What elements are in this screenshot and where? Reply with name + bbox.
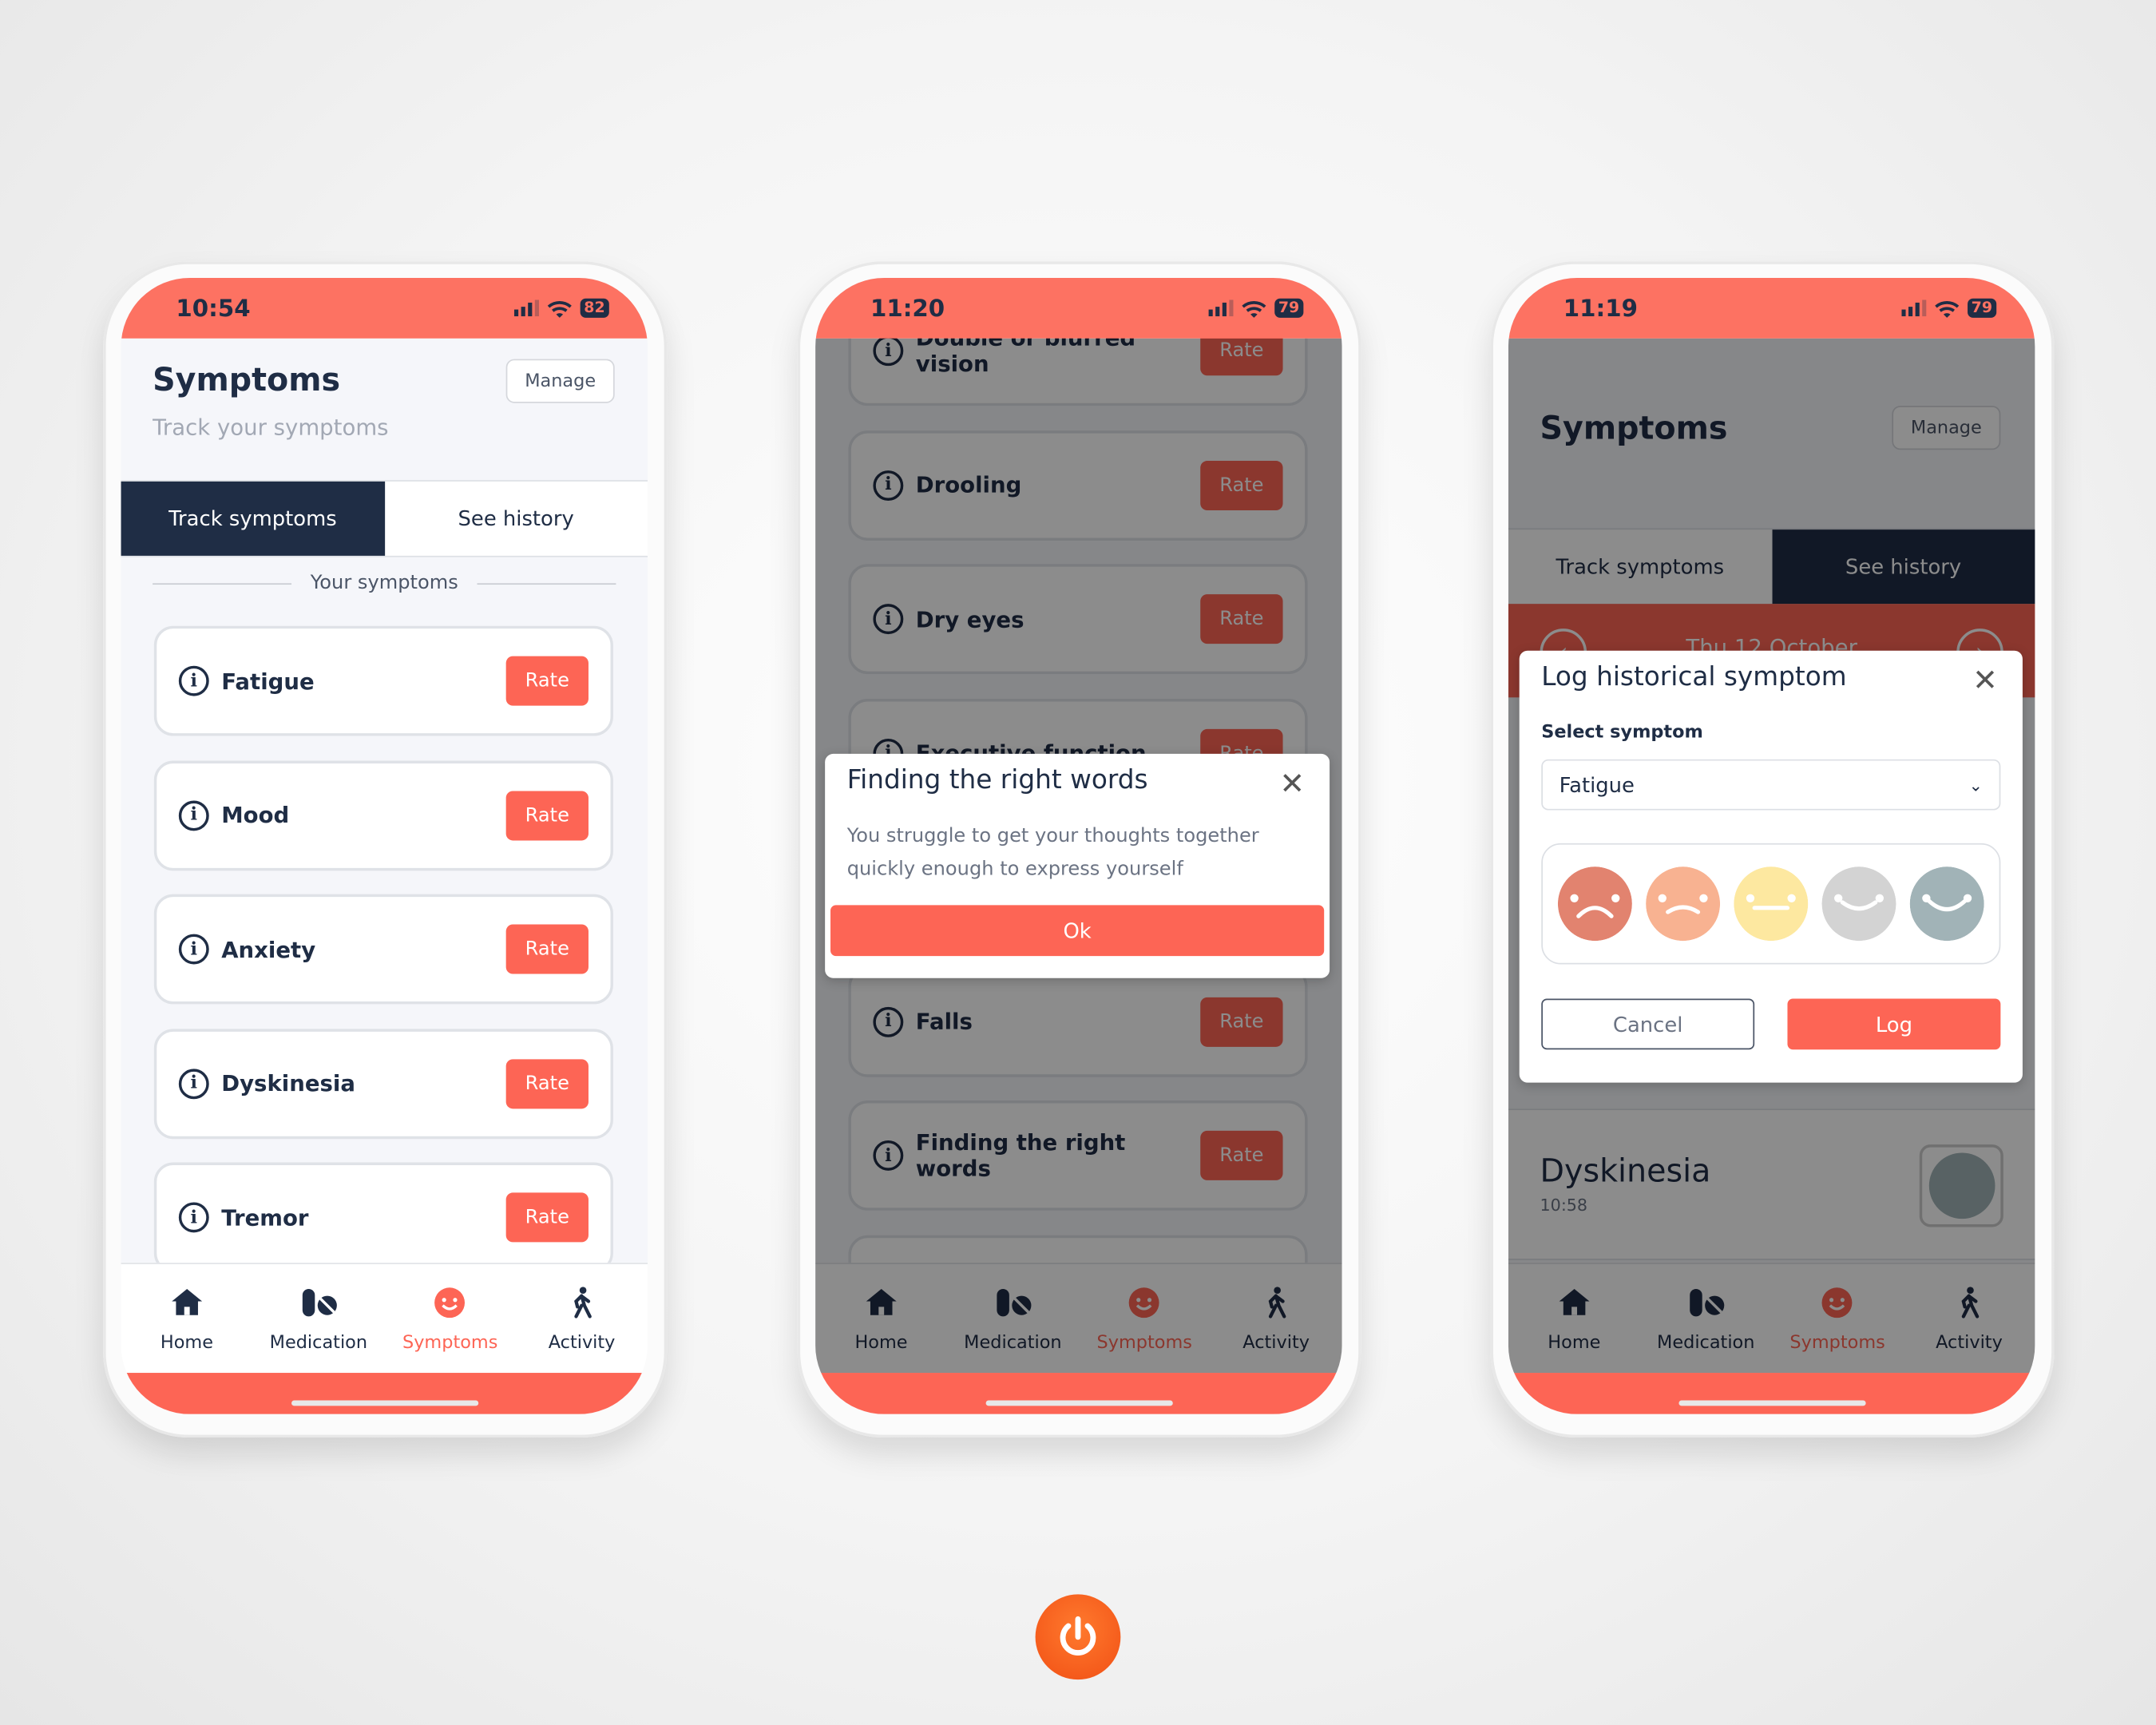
clock: 11:20 — [870, 295, 945, 323]
manage-button[interactable]: Manage — [505, 359, 615, 403]
modal-body: You struggle to get your thoughts togeth… — [846, 825, 1259, 881]
home-indicator[interactable] — [1678, 1400, 1865, 1406]
page-header: Symptoms Track your symptoms Manage — [121, 338, 648, 479]
phone-track-symptoms: 10:54 82 Symptoms Track your symptoms Man… — [103, 261, 668, 1438]
nav-home[interactable]: Home — [121, 1264, 253, 1373]
clock: 11:19 — [1563, 295, 1638, 323]
signal-icon — [513, 299, 539, 317]
status-bar: 11:20 79 — [815, 277, 1342, 339]
rate-button[interactable]: Rate — [505, 1058, 589, 1108]
symptom-name: Dyskinesia — [221, 1070, 355, 1096]
log-button[interactable]: Log — [1787, 998, 2001, 1050]
bottom-bar — [815, 1373, 1342, 1414]
rate-button[interactable]: Rate — [505, 656, 589, 706]
info-icon[interactable]: i — [178, 799, 209, 831]
very-bad-face-icon[interactable] — [1557, 866, 1632, 942]
rate-button[interactable]: Rate — [505, 924, 589, 974]
info-icon[interactable]: i — [178, 1202, 209, 1233]
wifi-icon — [1934, 300, 1959, 318]
info-icon[interactable]: i — [178, 934, 209, 965]
signal-icon — [1900, 299, 1926, 317]
brand-logo — [1035, 1594, 1121, 1680]
good-face-icon[interactable] — [1821, 866, 1896, 942]
chevron-down-icon: ⌄ — [1968, 775, 1983, 795]
log-modal: Log historical symptom ✕ Select symptom … — [1519, 650, 2023, 1083]
home-indicator[interactable] — [985, 1400, 1172, 1406]
bottom-bar — [1508, 1373, 2035, 1414]
info-modal: Finding the right words ✕ You struggle t… — [825, 753, 1330, 978]
signal-icon — [1208, 299, 1234, 317]
symptom-name: Fatigue — [221, 668, 315, 695]
tab-track-symptoms[interactable]: Track symptoms — [121, 481, 385, 556]
rating-picker — [1541, 843, 2001, 965]
smiley-icon — [434, 1287, 466, 1334]
nav-medication[interactable]: Medication — [252, 1264, 384, 1373]
very-good-face-icon[interactable] — [1909, 866, 1984, 942]
info-icon[interactable]: i — [178, 1068, 209, 1099]
ok-button[interactable]: Ok — [830, 905, 1325, 957]
status-bar: 10:54 82 — [121, 277, 648, 339]
status-icons: 79 — [1208, 298, 1304, 318]
tab-bar: Track symptoms See history — [121, 480, 648, 557]
nav-label: Symptoms — [402, 1333, 498, 1354]
nav-label: Home — [160, 1333, 214, 1354]
nav-symptoms[interactable]: Symptoms — [384, 1264, 516, 1373]
bad-face-icon[interactable] — [1646, 866, 1721, 942]
symptom-name: Anxiety — [221, 936, 316, 962]
nav-label: Medication — [269, 1333, 368, 1354]
modal-title: Finding the right words — [846, 764, 1148, 795]
neutral-face-icon[interactable] — [1734, 866, 1809, 942]
wifi-icon — [547, 300, 572, 318]
screen: 10:54 82 Symptoms Track your symptoms Man… — [121, 277, 648, 1414]
screen: 11:19 79 Symptoms Manage Track symptoms S… — [1508, 277, 2035, 1414]
close-icon[interactable]: ✕ — [1279, 770, 1305, 801]
status-bar: 11:19 79 — [1508, 277, 2035, 339]
symptom-card: i Mood Rate — [153, 759, 613, 870]
pills-icon — [299, 1287, 338, 1334]
tab-see-history[interactable]: See history — [384, 482, 648, 556]
symptom-card: i Fatigue Rate — [153, 625, 613, 736]
close-icon[interactable]: ✕ — [1972, 667, 1998, 697]
modal-title: Log historical symptom — [1541, 661, 1847, 692]
clock: 10:54 — [176, 295, 251, 323]
battery-icon: 79 — [1274, 298, 1304, 318]
symptom-name: Mood — [221, 802, 290, 828]
rate-button[interactable]: Rate — [505, 790, 589, 840]
symptom-card: i Tremor Rate — [153, 1162, 613, 1273]
nav-activity[interactable]: Activity — [516, 1264, 648, 1373]
info-icon[interactable]: i — [178, 665, 209, 696]
symptom-select[interactable]: Fatigue ⌄ — [1541, 759, 2001, 811]
battery-icon: 79 — [1967, 298, 1997, 318]
selected-symptom: Fatigue — [1559, 772, 1635, 798]
symptom-name: Tremor — [221, 1204, 309, 1231]
section-label: Your symptoms — [310, 572, 458, 595]
screen: 11:2079 iDouble or blurred visionRateiDr… — [815, 277, 1342, 1414]
bottom-bar — [121, 1373, 648, 1414]
home-icon — [170, 1287, 203, 1334]
symptom-card: i Dyskinesia Rate — [153, 1028, 613, 1139]
phone-log-historical: 11:19 79 Symptoms Manage Track symptoms S… — [1490, 261, 2055, 1438]
cancel-button[interactable]: Cancel — [1541, 998, 1755, 1050]
select-label: Select symptom — [1541, 722, 1703, 744]
phone-symptom-info: 11:2079 iDouble or blurred visionRateiDr… — [797, 261, 1361, 1438]
section-divider: Your symptoms — [153, 572, 616, 595]
page-title: Symptoms — [153, 363, 341, 399]
walking-icon — [565, 1287, 598, 1334]
battery-icon: 82 — [580, 298, 609, 318]
wifi-icon — [1241, 300, 1266, 318]
status-icons: 82 — [513, 298, 609, 318]
symptom-card: i Anxiety Rate — [153, 894, 613, 1005]
page-subtitle: Track your symptoms — [153, 414, 389, 441]
home-indicator[interactable] — [291, 1400, 478, 1406]
status-icons: 79 — [1900, 298, 1997, 318]
bottom-nav: Home Medication Symptoms Activity — [121, 1263, 648, 1374]
rate-button[interactable]: Rate — [505, 1192, 589, 1243]
power-icon — [1060, 1616, 1096, 1656]
nav-label: Activity — [548, 1333, 616, 1354]
